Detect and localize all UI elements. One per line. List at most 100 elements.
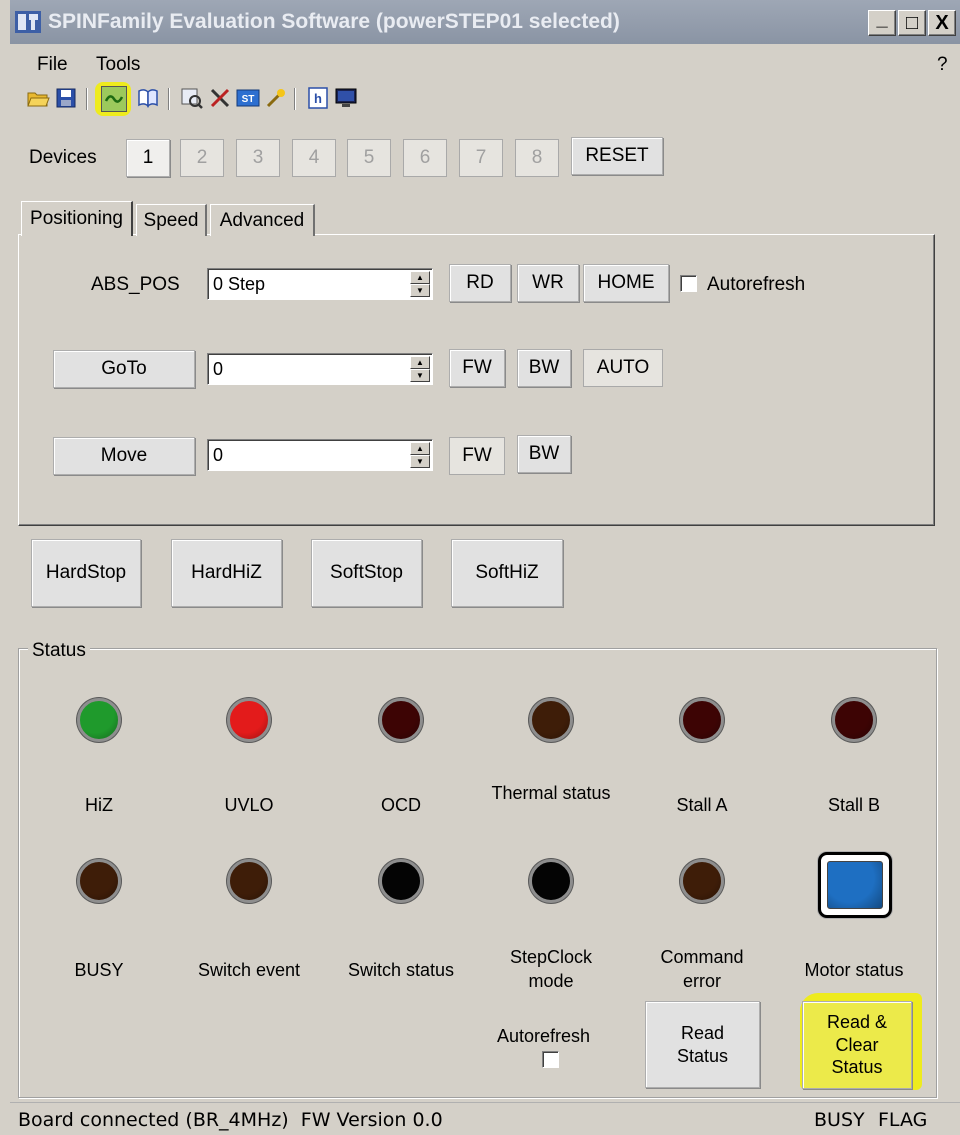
title-bar[interactable]: SPINFamily Evaluation Software (powerSTE… (10, 0, 960, 44)
minimize-button[interactable]: _ (868, 8, 896, 36)
switch-event-led (227, 859, 271, 903)
svg-text:h: h (314, 91, 322, 106)
hiz-led (77, 698, 121, 742)
toolbar: ST h (10, 80, 960, 120)
toolbar-separator (294, 88, 296, 110)
tools-icon[interactable] (208, 86, 232, 110)
spin-up-icon[interactable]: ▲ (410, 442, 430, 455)
goto-value: 0 (213, 359, 224, 379)
switch-event-label: Switch event (197, 960, 301, 980)
device-button-8[interactable]: 8 (515, 139, 559, 177)
abs-pos-spinner[interactable]: ▲ ▼ (410, 271, 430, 297)
device-button-6[interactable]: 6 (403, 139, 447, 177)
abs-pos-autorefresh-checkbox[interactable] (680, 275, 697, 292)
softhiz-button[interactable]: SoftHiZ (451, 539, 563, 607)
goto-spinner[interactable]: ▲ ▼ (410, 356, 430, 382)
move-value: 0 (213, 445, 224, 465)
switch-status-led (379, 859, 423, 903)
read-status-button[interactable]: Read Status (645, 1001, 760, 1088)
status-autorefresh-checkbox[interactable] (542, 1051, 559, 1068)
maximize-button[interactable]: □ (898, 10, 926, 36)
maximize-glyph: □ (905, 12, 919, 34)
busy-indicator: BUSY (814, 1109, 865, 1131)
svg-text:ST: ST (242, 94, 255, 105)
abs-pos-autorefresh-label: Autorefresh (707, 274, 806, 295)
status-autorefresh-label: Autorefresh (497, 1026, 591, 1046)
hardhiz-button[interactable]: HardHiZ (171, 539, 282, 607)
status-group-title: Status (28, 640, 90, 662)
open-folder-icon[interactable] (26, 86, 50, 110)
abs-pos-input[interactable]: 0 Step ▲ ▼ (207, 268, 433, 300)
command-error-label: Command error (660, 947, 744, 991)
device-button-7[interactable]: 7 (459, 139, 503, 177)
rd-button[interactable]: RD (449, 264, 511, 302)
stall-b-led (832, 698, 876, 742)
menu-file[interactable]: File (37, 44, 68, 80)
goto-button[interactable]: GoTo (53, 350, 195, 388)
connection-status-text: Board connected (BR_4MHz) FW Version 0.0 (18, 1109, 443, 1131)
stepclock-mode-led (529, 859, 573, 903)
h-icon[interactable]: h (306, 86, 330, 110)
thermal-status-led (529, 698, 573, 742)
save-icon[interactable] (54, 86, 78, 110)
goto-bw-button[interactable]: BW (517, 349, 571, 387)
menu-tools[interactable]: Tools (96, 44, 140, 80)
spin-down-icon[interactable]: ▼ (410, 369, 430, 382)
reset-button[interactable]: RESET (571, 137, 663, 175)
stall-a-label: Stall A (676, 795, 728, 815)
device-button-4[interactable]: 4 (292, 139, 336, 177)
device-button-1[interactable]: 1 (126, 139, 170, 177)
toolbar-separator (86, 88, 88, 110)
move-input[interactable]: 0 ▲ ▼ (207, 439, 433, 471)
flag-indicator: FLAG (878, 1109, 928, 1131)
home-button[interactable]: HOME (583, 264, 669, 302)
ocd-label: OCD (381, 795, 421, 815)
close-button[interactable]: X (928, 10, 956, 36)
st-icon[interactable]: ST (236, 86, 260, 110)
devices-label: Devices (29, 147, 97, 168)
window-title: SPINFamily Evaluation Software (powerSTE… (48, 10, 620, 33)
move-button[interactable]: Move (53, 437, 195, 475)
device-button-5[interactable]: 5 (347, 139, 391, 177)
motor-status-led (827, 861, 883, 909)
status-bar: Board connected (BR_4MHz) FW Version 0.0… (10, 1102, 960, 1135)
goto-auto-button[interactable]: AUTO (583, 349, 663, 387)
hiz-label: HiZ (85, 795, 113, 815)
connect-button[interactable] (101, 86, 127, 112)
uvlo-led (227, 698, 271, 742)
tab-speed[interactable]: Speed (136, 204, 207, 236)
wr-button[interactable]: WR (517, 264, 579, 302)
motor-status-indicator (818, 852, 892, 918)
goto-fw-button[interactable]: FW (449, 349, 505, 387)
move-bw-button[interactable]: BW (517, 435, 571, 473)
softstop-button[interactable]: SoftStop (311, 539, 422, 607)
stall-a-led (680, 698, 724, 742)
inspect-icon[interactable] (180, 86, 204, 110)
monitor-icon[interactable] (334, 86, 358, 110)
wand-icon[interactable] (264, 86, 288, 110)
stepclock-mode-label: StepClock mode (509, 947, 593, 991)
move-fw-button[interactable]: FW (449, 437, 505, 475)
toolbar-separator (168, 88, 170, 110)
tab-advanced[interactable]: Advanced (210, 204, 315, 236)
tab-positioning[interactable]: Positioning (21, 201, 133, 236)
minimize-glyph: _ (876, 8, 888, 30)
uvlo-label: UVLO (224, 795, 274, 815)
hardstop-button[interactable]: HardStop (31, 539, 141, 607)
spin-down-icon[interactable]: ▼ (410, 455, 430, 468)
book-icon[interactable] (136, 86, 160, 110)
spin-up-icon[interactable]: ▲ (410, 271, 430, 284)
abs-pos-value: 0 Step (213, 274, 266, 294)
menu-help[interactable]: ? (937, 44, 948, 80)
busy-led (77, 859, 121, 903)
device-button-2[interactable]: 2 (180, 139, 224, 177)
goto-input[interactable]: 0 ▲ ▼ (207, 353, 433, 385)
spin-down-icon[interactable]: ▼ (410, 284, 430, 297)
spin-up-icon[interactable]: ▲ (410, 356, 430, 369)
read-clear-status-button[interactable]: Read & Clear Status (802, 1001, 912, 1089)
move-spinner[interactable]: ▲ ▼ (410, 442, 430, 468)
menu-bar: File Tools ? (10, 44, 960, 80)
device-button-3[interactable]: 3 (236, 139, 280, 177)
thermal-status-label: Thermal status (491, 783, 611, 803)
stall-b-label: Stall B (827, 795, 881, 815)
